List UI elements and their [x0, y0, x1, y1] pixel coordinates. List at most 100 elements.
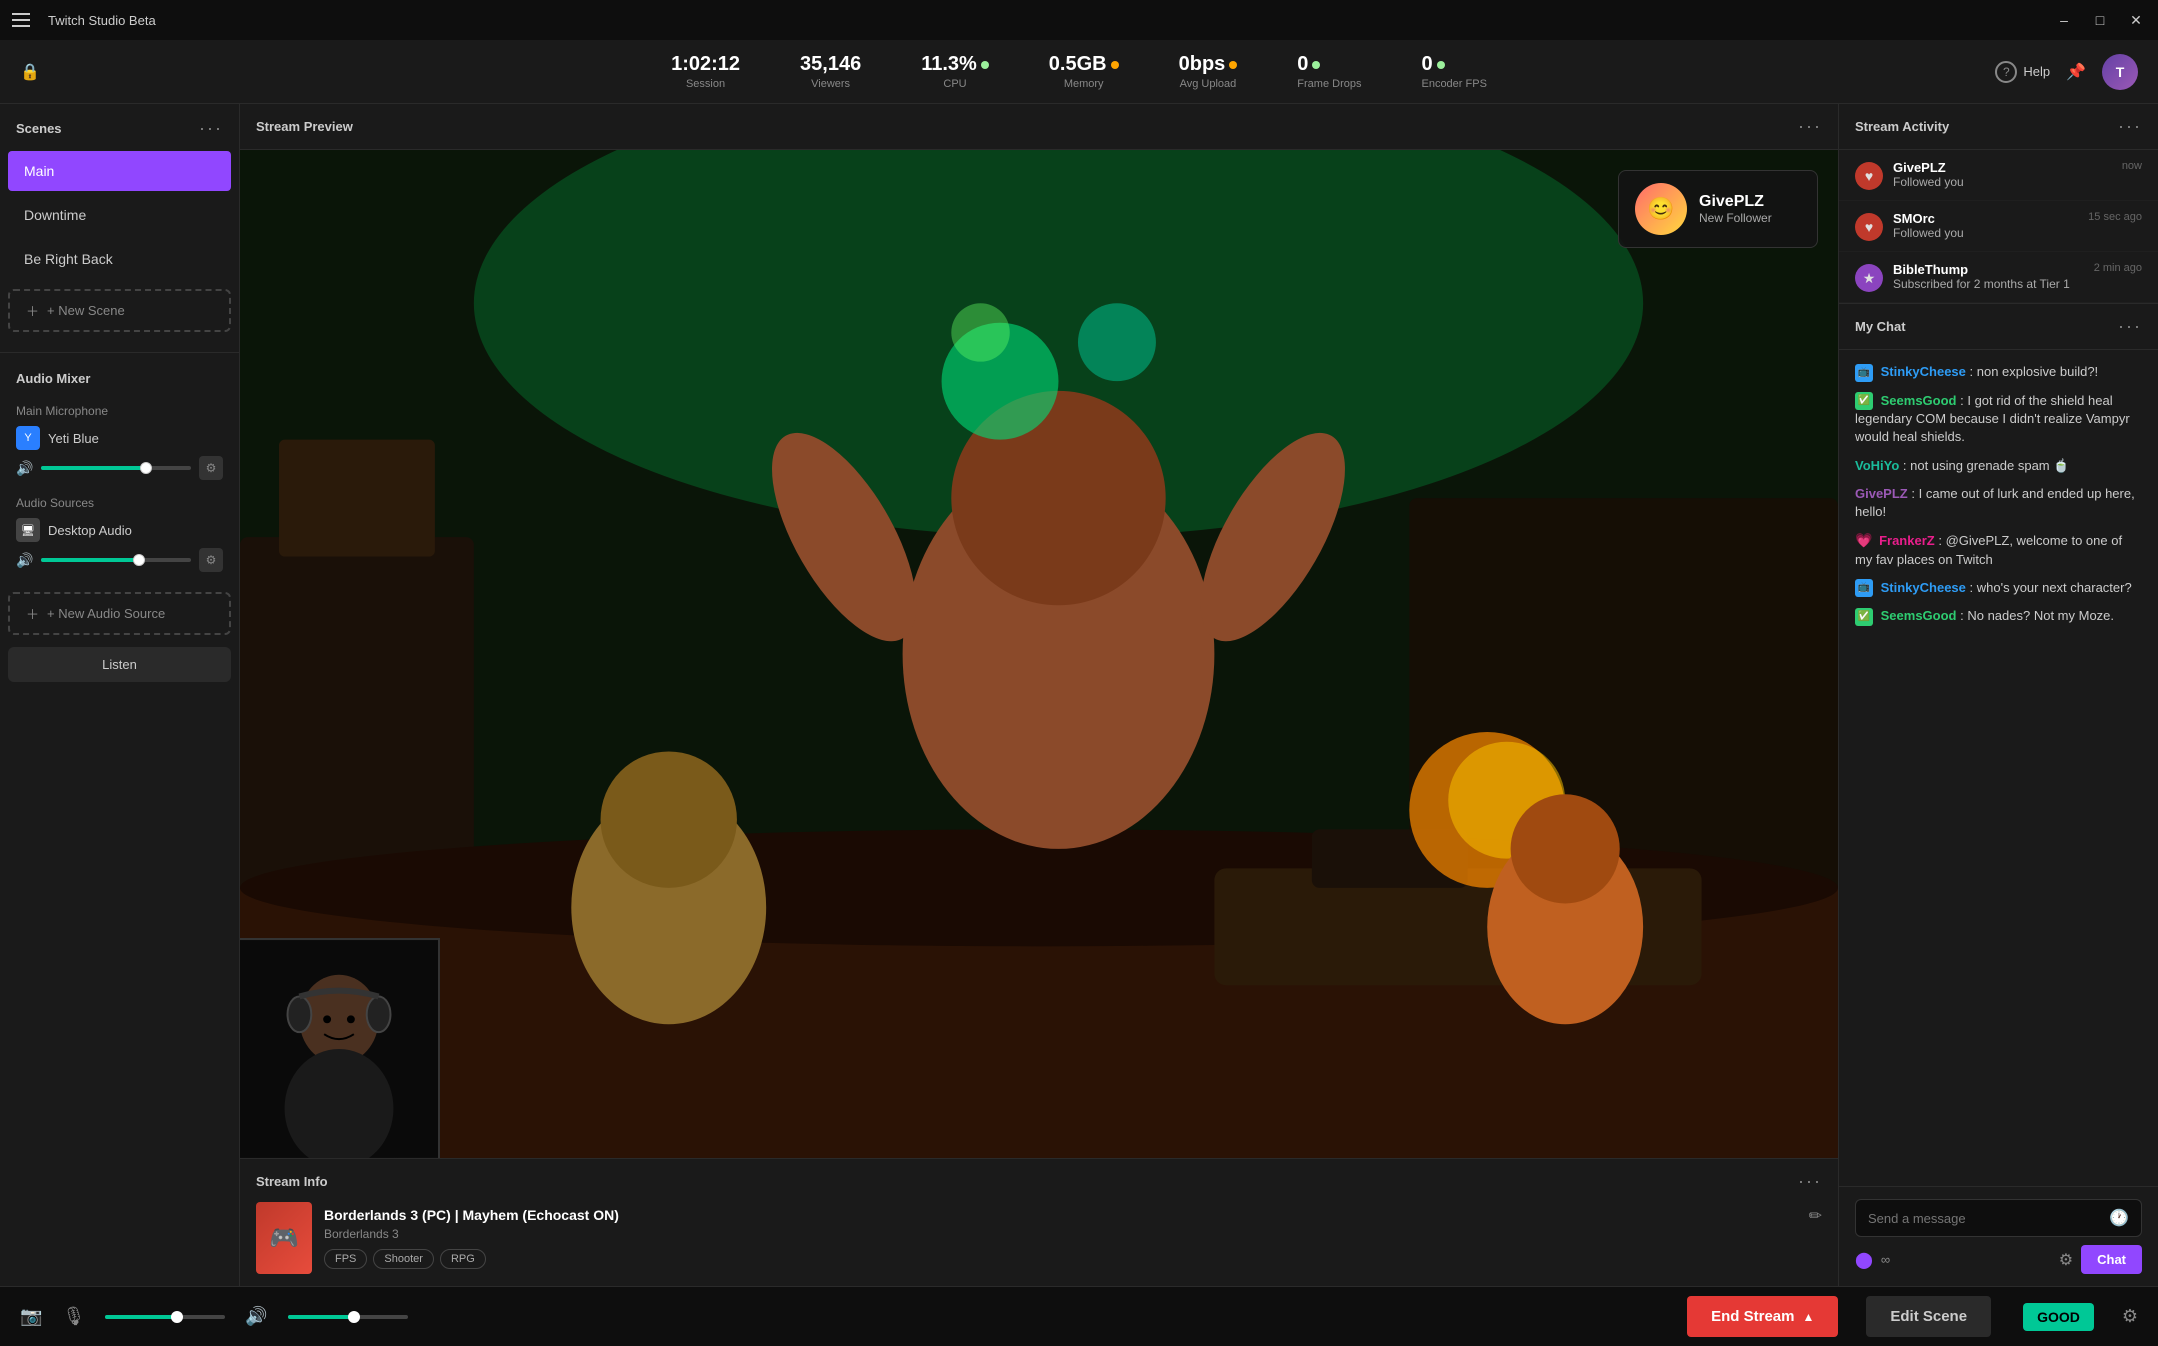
chat-input[interactable]: [1868, 1211, 2109, 1226]
activity-action-2: Subscribed for 2 months at Tier 1: [1893, 277, 2084, 291]
activity-more-button[interactable]: ···: [2118, 116, 2142, 137]
chat-message-6: ✅ SeemsGood : No nades? Not my Moze.: [1855, 602, 2142, 631]
chat-user-6: SeemsGood: [1881, 608, 1957, 623]
activity-content-2: BibleThump Subscribed for 2 months at Ti…: [1893, 262, 2084, 291]
chat-input-area: 🕐 ⬤ ∞ ⚙ Chat: [1839, 1186, 2158, 1286]
stream-info-title: Stream Info: [256, 1174, 328, 1189]
end-stream-button[interactable]: End Stream ▲: [1687, 1296, 1838, 1337]
chat-send-button[interactable]: Chat: [2081, 1245, 2142, 1274]
stat-cpu-label: CPU: [921, 78, 989, 90]
preview-title: Stream Preview: [256, 119, 353, 134]
maximize-button[interactable]: □: [2090, 10, 2110, 30]
audio-section-header: Audio Mixer: [0, 357, 239, 396]
user-avatar[interactable]: T: [2102, 54, 2138, 90]
listen-button[interactable]: Listen: [8, 647, 231, 682]
end-stream-caret-icon: ▲: [1802, 1310, 1814, 1324]
new-audio-label: + New Audio Source: [47, 606, 165, 621]
pin-icon[interactable]: 📌: [2066, 62, 2086, 82]
chat-left-actions: ⬤ ∞: [1855, 1250, 1890, 1270]
chat-more-button[interactable]: ···: [2118, 316, 2142, 337]
stat-encoder-value: 0: [1421, 53, 1486, 76]
desktop-slider-track[interactable]: [41, 558, 191, 562]
activity-item-1: ♥ SMOrc Followed you 15 sec ago: [1839, 201, 2158, 252]
encoder-dot: [1437, 61, 1445, 69]
chat-user-2: VoHiYo: [1855, 458, 1899, 473]
chat-header: My Chat ···: [1839, 304, 2158, 350]
game-scene-svg: [240, 150, 1838, 1158]
help-button[interactable]: ? Help: [1995, 61, 2050, 83]
scene-item-downtime[interactable]: Downtime: [8, 195, 231, 235]
stream-info-more-button[interactable]: ···: [1798, 1171, 1822, 1192]
new-audio-source-button[interactable]: ＋ + New Audio Source: [8, 592, 231, 635]
mic-bottom-slider-fill: [105, 1315, 177, 1319]
chat-user-3: GivePLZ: [1855, 486, 1908, 501]
mic-settings-button[interactable]: ⚙: [199, 456, 223, 480]
follower-avatar: 😊: [1635, 183, 1687, 235]
chat-message-0: 📺 StinkyCheese : non explosive build?!: [1855, 358, 2142, 387]
mic-slider-track[interactable]: [41, 466, 191, 470]
stats-bar: 🔒 1:02:12 Session 35,146 Viewers 11.3% C…: [0, 40, 2158, 104]
desktop-slider-thumb[interactable]: [133, 554, 145, 566]
follower-text: GivePLZ New Follower: [1699, 193, 1772, 225]
desktop-icon: 🖥: [16, 518, 40, 542]
left-sidebar: Scenes ··· Main Downtime Be Right Back ＋…: [0, 104, 240, 1286]
help-label: Help: [2023, 64, 2050, 79]
chat-text-6: : No nades? Not my Moze.: [1960, 608, 2114, 623]
activity-heart-icon-0: ♥: [1855, 162, 1883, 190]
edit-scene-button[interactable]: Edit Scene: [1866, 1296, 1991, 1337]
chat-message-3: GivePLZ : I came out of lurk and ended u…: [1855, 480, 2142, 526]
minimize-button[interactable]: –: [2054, 10, 2074, 30]
mic-slider-thumb[interactable]: [140, 462, 152, 474]
mic-slider-fill: [41, 466, 146, 470]
speaker-icon[interactable]: 🔊: [245, 1306, 267, 1327]
preview-more-button[interactable]: ···: [1798, 116, 1822, 137]
activity-action-1: Followed you: [1893, 226, 2078, 240]
camera-icon[interactable]: 📷: [20, 1306, 42, 1327]
mic-volume-icon: 🔊: [16, 460, 33, 477]
audio-title: Audio Mixer: [16, 371, 90, 386]
close-button[interactable]: ✕: [2126, 10, 2146, 30]
scene-item-main[interactable]: Main: [8, 151, 231, 191]
stream-info-panel: Stream Info ··· 🎮 Borderlands 3 (PC) | M…: [240, 1158, 1838, 1286]
speaker-bottom-slider-thumb[interactable]: [348, 1311, 360, 1323]
stat-framedrops: 0 Frame Drops: [1297, 53, 1361, 90]
header-right: ? Help 📌 T: [1995, 54, 2138, 90]
desktop-settings-button[interactable]: ⚙: [199, 548, 223, 572]
speaker-bottom-slider[interactable]: [288, 1315, 408, 1319]
chat-settings-button[interactable]: ⚙: [2059, 1250, 2073, 1270]
tag-shooter: Shooter: [373, 1249, 434, 1269]
stat-encoder-label: Encoder FPS: [1421, 78, 1486, 90]
mic-icon[interactable]: 🎙: [62, 1306, 85, 1327]
stat-cpu: 11.3% CPU: [921, 53, 989, 90]
webcam-overlay: [240, 938, 440, 1158]
scenes-more-button[interactable]: ···: [199, 118, 223, 139]
activity-item-0: ♥ GivePLZ Followed you now: [1839, 150, 2158, 201]
settings-bottom-button[interactable]: ⚙: [2122, 1306, 2138, 1327]
scene-item-berightback[interactable]: Be Right Back: [8, 239, 231, 279]
stream-details: Borderlands 3 (PC) | Mayhem (Echocast ON…: [324, 1207, 1797, 1269]
chat-message-5: 📺 StinkyCheese : who's your next charact…: [1855, 574, 2142, 603]
stream-info-edit-button[interactable]: ✏: [1809, 1206, 1822, 1226]
activity-item-2: ★ BibleThump Subscribed for 2 months at …: [1839, 252, 2158, 303]
menu-icon[interactable]: [12, 8, 36, 32]
chat-badge-1: ✅: [1855, 392, 1873, 410]
mic-bottom-slider-thumb[interactable]: [171, 1311, 183, 1323]
mic-bottom-slider[interactable]: [105, 1315, 225, 1319]
infinity-count: ∞: [1881, 1252, 1890, 1267]
chat-message-1: ✅ SeemsGood : I got rid of the shield he…: [1855, 387, 2142, 452]
new-scene-label: + New Scene: [47, 303, 125, 318]
follower-action: New Follower: [1699, 211, 1772, 225]
follower-popup: 😊 GivePLZ New Follower: [1618, 170, 1818, 248]
stat-cpu-value: 11.3%: [921, 53, 989, 76]
titlebar: Twitch Studio Beta – □ ✕: [0, 0, 2158, 40]
follower-name: GivePLZ: [1699, 193, 1772, 211]
emoji-button[interactable]: 🕐: [2109, 1208, 2129, 1228]
chat-input-row: 🕐: [1855, 1199, 2142, 1237]
chat-text-0: : non explosive build?!: [1970, 364, 2099, 379]
chat-badge-5: 📺: [1855, 579, 1873, 597]
stat-framedrops-value: 0: [1297, 53, 1361, 76]
new-scene-button[interactable]: ＋ + New Scene: [8, 289, 231, 332]
desktop-audio-device: 🖥 Desktop Audio: [0, 514, 239, 544]
microphone-name: Yeti Blue: [48, 431, 99, 446]
activity-time-0: now: [2122, 160, 2142, 172]
